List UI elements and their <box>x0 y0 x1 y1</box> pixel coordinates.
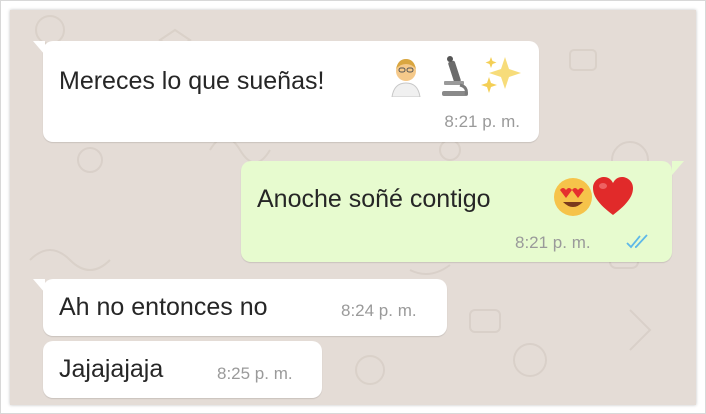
bubble-tail <box>33 41 45 55</box>
microscope-emoji <box>438 53 470 102</box>
message-time: 8:21 p. m. <box>515 233 591 252</box>
message-time: 8:24 p. m. <box>341 301 417 320</box>
message-bubble-incoming[interactable]: Ah no entonces no 8:24 p. m. <box>43 279 447 336</box>
scientist-emoji <box>388 55 424 102</box>
message-time: 8:21 p. m. <box>444 112 520 131</box>
message-text: Mereces lo que sueñas! <box>59 67 325 95</box>
message-text: Jajajajaja <box>59 355 164 383</box>
photo-frame: Mereces lo que sueñas! 8:21 p. m. Anoche… <box>0 0 706 414</box>
heart-eyes-emoji <box>552 176 594 223</box>
chat-area[interactable]: Mereces lo que sueñas! 8:21 p. m. Anoche… <box>10 10 696 405</box>
message-time: 8:25 p. m. <box>217 364 293 383</box>
sparkles-emoji <box>479 53 523 102</box>
bubble-tail <box>672 161 684 175</box>
message-bubble-incoming[interactable]: Jajajajaja 8:25 p. m. <box>43 341 322 398</box>
message-text: Ah no entonces no <box>59 293 268 321</box>
read-receipt-icon <box>625 234 651 255</box>
message-text: Anoche soñé contigo <box>257 185 491 213</box>
red-heart-emoji <box>591 175 635 222</box>
message-bubble-outgoing[interactable]: Anoche soñé contigo 8:21 p. m. <box>241 161 672 262</box>
bubble-tail <box>33 279 45 293</box>
message-bubble-incoming[interactable]: Mereces lo que sueñas! 8:21 p. m. <box>43 41 539 142</box>
